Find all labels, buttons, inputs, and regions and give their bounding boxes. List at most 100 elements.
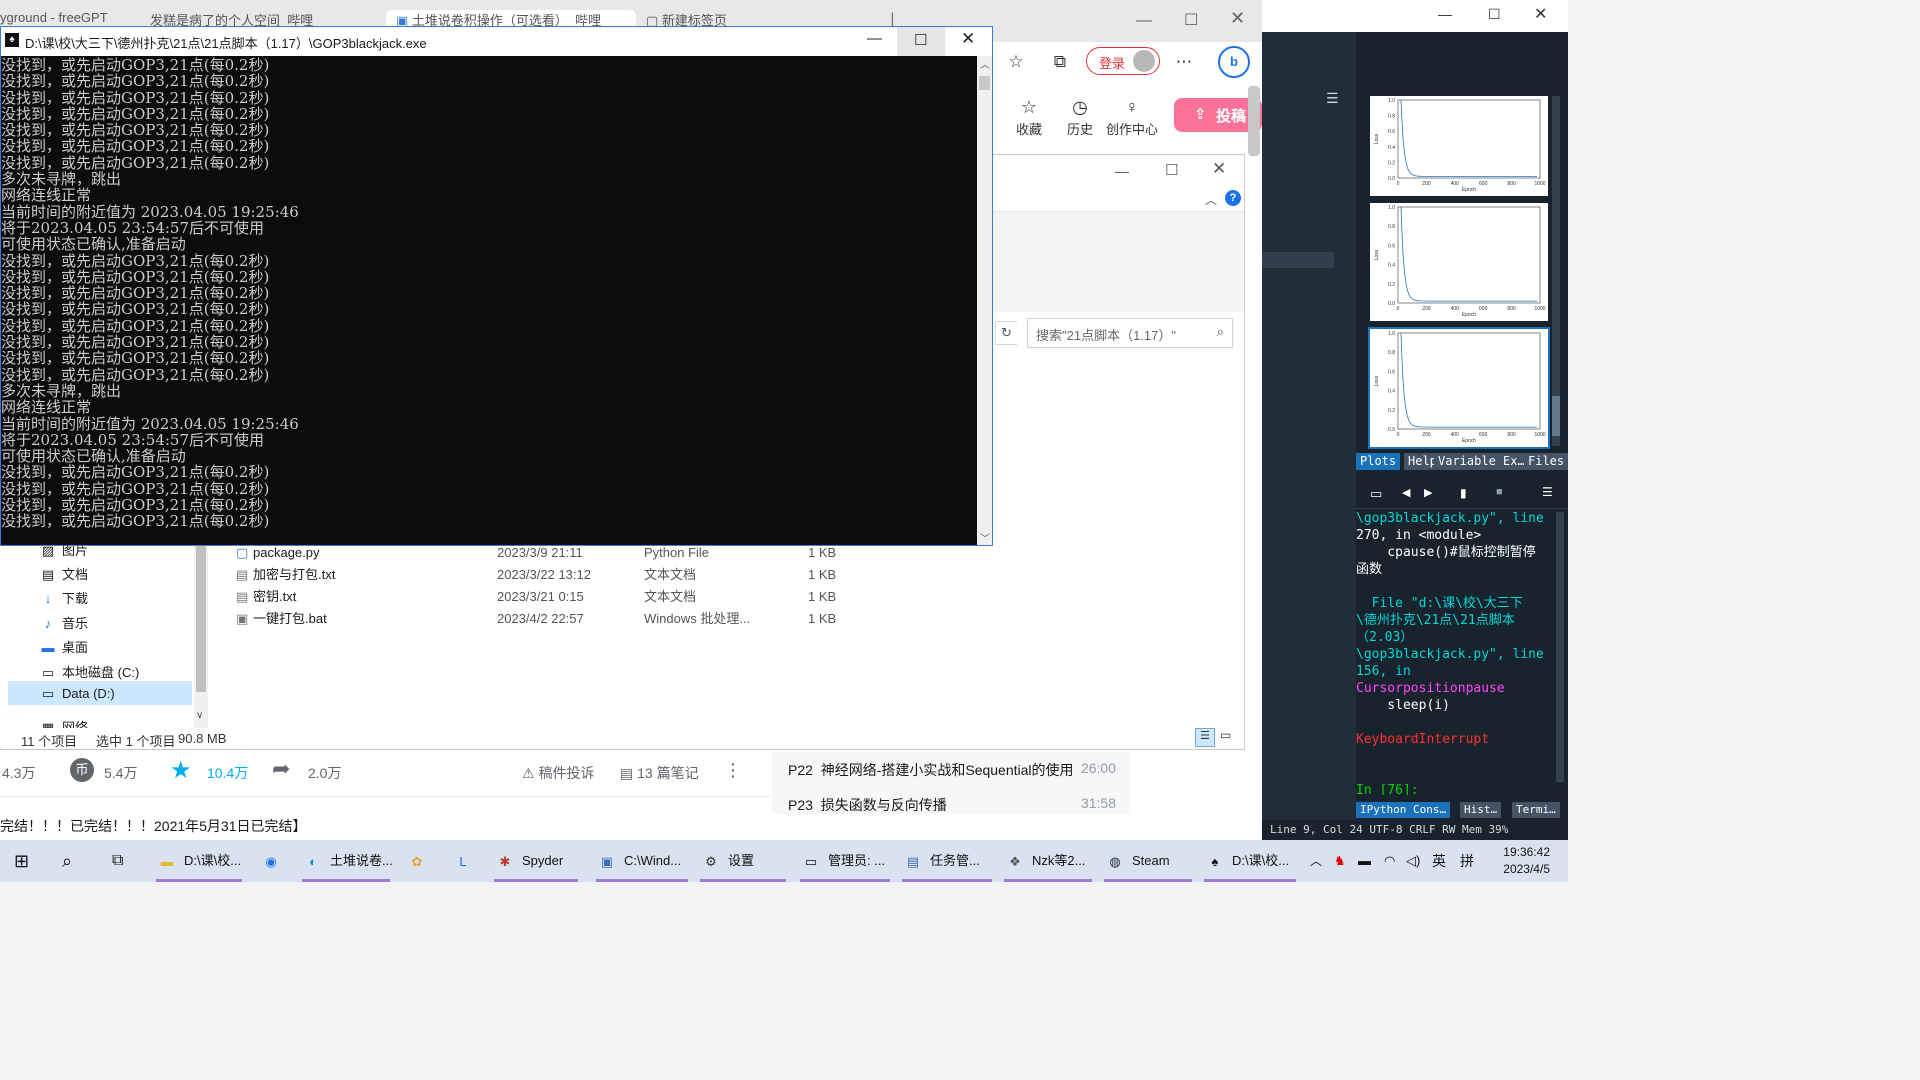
coin-count[interactable]: 5.4万 xyxy=(104,763,137,783)
explorer-minimize-icon[interactable]: — xyxy=(1115,163,1129,179)
options-icon[interactable]: ☰ xyxy=(1542,485,1553,499)
console-scrollbar[interactable]: ︿ ﹀ xyxy=(977,56,992,545)
taskbar-app[interactable]: ⚙ 设置 xyxy=(700,840,786,882)
tab-ipython-console[interactable]: IPython Cons… xyxy=(1356,802,1451,818)
tray-app-icon[interactable]: ♞ xyxy=(1334,840,1346,882)
spyder-close-icon[interactable]: ✕ xyxy=(1534,4,1547,24)
browser-scrollbar[interactable] xyxy=(1248,86,1260,156)
search-icon[interactable]: ⌕ xyxy=(62,840,72,882)
volume-icon[interactable]: ◁) xyxy=(1406,840,1420,882)
large-icons-view-icon[interactable]: ▭ xyxy=(1220,728,1231,742)
spyder-titlebar[interactable]: — ☐ ✕ xyxy=(1262,0,1568,32)
ribbon-collapse-icon[interactable]: ︿ xyxy=(1205,191,1217,208)
folder-icon[interactable]: ▭ xyxy=(1370,486,1382,502)
nav-documents[interactable]: ▤ 文档 xyxy=(40,564,88,583)
tab-files[interactable]: Files xyxy=(1524,453,1569,470)
system-clock[interactable]: 19:36:42 2023/4/5 xyxy=(1503,844,1550,878)
console-close-icon[interactable]: ✕ xyxy=(961,29,975,49)
console-minimize-icon[interactable]: — xyxy=(867,30,882,47)
nav-drive-d[interactable]: ▭ Data (D:) xyxy=(40,686,115,702)
share-icon[interactable]: ➦ xyxy=(272,756,290,782)
taskbar-app[interactable]: L xyxy=(452,840,482,882)
nav-downloads[interactable]: ↓ 下载 xyxy=(40,588,88,607)
scroll-up-icon[interactable]: ︿ xyxy=(980,56,990,71)
ipython-console-output[interactable]: \gop3blackjack.py", line 270, in <module>… xyxy=(1356,510,1554,795)
file-row[interactable]: ▣ 一键打包.bat 2023/4/2 22:57 Windows 批处理...… xyxy=(232,608,932,630)
console-titlebar[interactable]: ♠ D:\课\校\大三下\德州扑克\21点\21点脚本（1.17）\GOP3bl… xyxy=(1,27,992,56)
more-menu-icon[interactable]: ⋯ xyxy=(1172,50,1196,74)
plots-scrollbar-thumb[interactable] xyxy=(1552,396,1560,436)
favorite-star-icon[interactable]: ★ xyxy=(170,756,192,785)
tab-variable-explorer[interactable]: Variable Ex… xyxy=(1434,453,1529,470)
taskbar-app[interactable]: ◐ 土堆说卷... xyxy=(302,840,393,882)
loss-plot-thumbnail[interactable]: 0.0 0.2 0.4 0.6 0.8 1.0 0 200 400 600 800 1000 Epoch… xyxy=(1368,94,1550,198)
nav-scrollbar-thumb[interactable] xyxy=(196,546,206,692)
loss-plot-thumbnail[interactable]: 0.0 0.2 0.4 0.6 0.8 1.0 0 200 400 600 800 1000 Epoch… xyxy=(1368,201,1550,323)
console-output[interactable]: 没找到，或先启动GOP3,21点(每0.2秒) 没找到，或先启动GOP3,21点(… xyxy=(1,56,977,545)
taskbar-app[interactable]: ▭ 管理员: ... xyxy=(800,840,890,882)
bing-icon[interactable]: b xyxy=(1218,46,1250,78)
taskbar-app[interactable]: ✿ xyxy=(406,840,438,882)
battery-icon[interactable]: ▬ xyxy=(1358,840,1371,882)
nav-music[interactable]: ♪ 音乐 xyxy=(40,613,88,632)
taskbar-app[interactable]: ▤ 任务管... xyxy=(902,840,992,882)
console-scrollbar[interactable] xyxy=(1556,512,1564,782)
login-button[interactable]: 登录 xyxy=(1086,47,1160,75)
nav-desktop[interactable]: ▬ 桌面 xyxy=(40,637,89,656)
arrow-left-icon[interactable]: ◀ xyxy=(1402,486,1410,499)
collections-icon[interactable]: ⧉ xyxy=(1048,50,1072,74)
windows-start-icon[interactable]: ⊞ xyxy=(14,840,29,882)
taskbar-app[interactable]: ❖ Nzk等2... xyxy=(1004,840,1092,882)
favorite-count[interactable]: 10.4万 xyxy=(207,763,248,783)
taskbar-app[interactable]: ◍ Steam xyxy=(1104,840,1192,882)
taskbar-app[interactable]: ▬ D:\课\校... xyxy=(156,840,242,882)
coin-icon[interactable]: 币 xyxy=(70,758,94,782)
tray-expand-icon[interactable]: ︿ xyxy=(1310,840,1322,882)
help-icon[interactable]: ? xyxy=(1225,190,1241,206)
stop-icon[interactable]: ■ xyxy=(1496,486,1503,498)
tab-history[interactable]: Hist… xyxy=(1460,802,1502,818)
chevron-down-icon[interactable]: ∨ xyxy=(196,710,203,721)
trash-icon[interactable]: ▮ xyxy=(1460,486,1467,500)
refresh-icon[interactable]: ↻ xyxy=(995,321,1017,345)
explorer-search-input[interactable]: 搜索"21点脚本（1.17）" ⌕ xyxy=(1027,318,1233,348)
nav-creator-center[interactable]: ♀ 创作中心 xyxy=(1104,95,1160,138)
explorer-maximize-icon[interactable]: ☐ xyxy=(1165,161,1178,179)
explorer-close-icon[interactable]: ✕ xyxy=(1212,159,1226,179)
task-view-icon[interactable]: ⧉ xyxy=(112,840,123,882)
nav-drive-c[interactable]: ▭ 本地磁盘 (C:) xyxy=(40,662,139,681)
editor-options-icon[interactable]: ☰ xyxy=(1326,90,1339,107)
ime-mode-indicator[interactable]: 拼 xyxy=(1460,840,1474,882)
nav-history[interactable]: ◷ 历史 xyxy=(1057,95,1103,138)
nav-favorites[interactable]: ☆ 收藏 xyxy=(1006,95,1052,138)
scroll-down-icon[interactable]: ﹀ xyxy=(980,530,990,545)
tab-plots[interactable]: Plots xyxy=(1356,453,1401,470)
notes-link[interactable]: ▤ 13 篇笔记 xyxy=(620,763,699,783)
share-count[interactable]: 2.0万 xyxy=(308,763,341,783)
plots-scrollbar[interactable] xyxy=(1552,96,1560,446)
file-row[interactable]: ▤ 加密与打包.txt 2023/3/22 13:12 文本文档 1 KB xyxy=(232,564,932,586)
playlist-item[interactable]: P23 损失函数与反向传播 31:58 xyxy=(788,795,1116,815)
maximize-icon[interactable]: ☐ xyxy=(1184,10,1198,30)
input-language-indicator[interactable]: 英 xyxy=(1432,840,1446,882)
tab-terminal[interactable]: Termi… xyxy=(1512,802,1560,818)
minimize-icon[interactable]: — xyxy=(1136,12,1152,30)
nav-network[interactable]: ▦ 网络 xyxy=(40,717,88,728)
details-view-icon[interactable]: ☰ xyxy=(1195,728,1215,747)
taskbar-app[interactable]: ▣ C:\Wind... xyxy=(596,840,688,882)
report-link[interactable]: ⚠ 稿件投诉 xyxy=(522,763,594,783)
taskbar-app[interactable]: ◉ xyxy=(260,840,290,882)
more-vertical-icon[interactable]: ⋮ xyxy=(724,760,742,781)
taskbar-app[interactable]: ✱ Spyder xyxy=(494,840,578,882)
file-row[interactable]: ▤ 密钥.txt 2023/3/21 0:15 文本文档 1 KB xyxy=(232,586,932,608)
console-scrollbar-thumb[interactable] xyxy=(979,76,990,90)
playlist-item[interactable]: P22 神经网络-搭建小实战和Sequential的使用 26:00 xyxy=(788,760,1116,780)
arrow-right-icon[interactable]: ▶ xyxy=(1424,486,1432,499)
like-count[interactable]: 4.3万 xyxy=(2,763,35,783)
close-icon[interactable]: ✕ xyxy=(1230,8,1245,29)
spyder-maximize-icon[interactable]: ☐ xyxy=(1488,6,1501,23)
spyder-minimize-icon[interactable]: — xyxy=(1438,6,1452,22)
taskbar-app[interactable]: ♠ D:\课\校... xyxy=(1204,840,1296,882)
wifi-icon[interactable]: ◠ xyxy=(1384,840,1395,882)
loss-plot-thumbnail-selected[interactable]: 0.0 0.2 0.4 0.6 0.8 1.0 0 200 400 600 800 1000 Epoch… xyxy=(1368,327,1550,449)
